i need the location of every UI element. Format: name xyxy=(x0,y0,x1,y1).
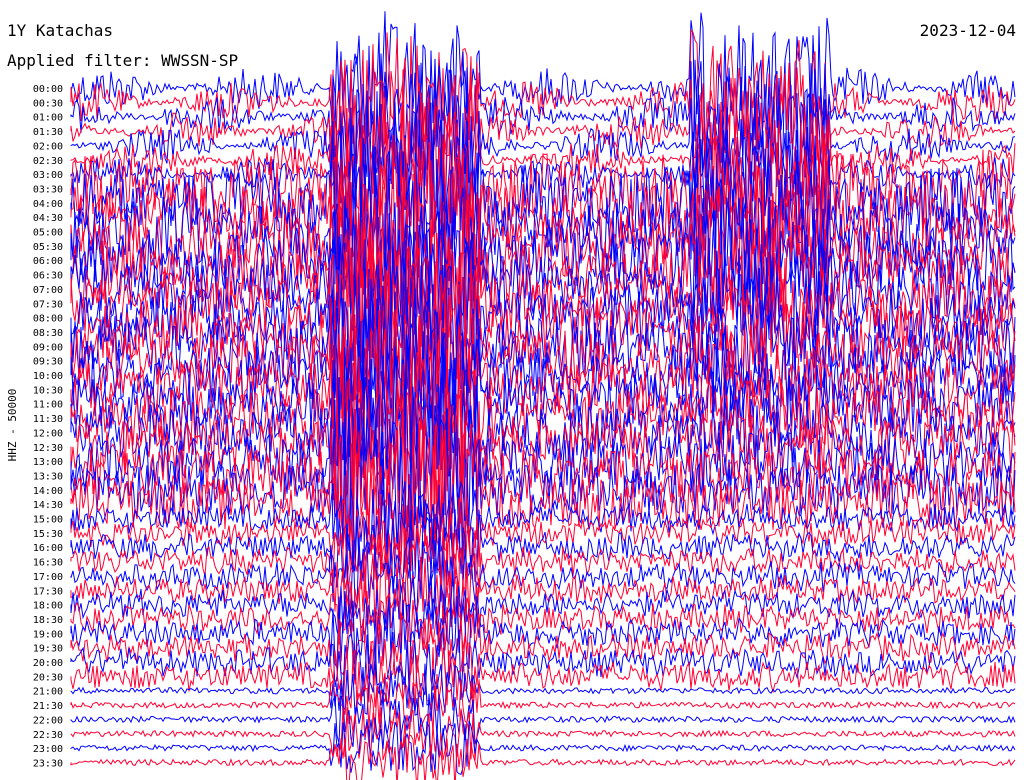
row-time-label: 16:00 xyxy=(33,543,63,554)
trace-row-2000 xyxy=(70,627,1016,700)
row-time-label: 04:00 xyxy=(33,199,63,210)
trace-row-2230 xyxy=(70,707,1016,761)
row-time-label: 21:30 xyxy=(33,701,63,712)
row-time-label: 12:30 xyxy=(33,443,63,454)
row-time-label: 23:00 xyxy=(33,744,63,755)
row-time-label: 19:00 xyxy=(33,629,63,640)
y-axis-label: HHZ - 50000 xyxy=(6,389,19,462)
date-label: 2023-12-04 xyxy=(920,21,1016,40)
row-time-label: 11:00 xyxy=(33,400,63,411)
row-time-label: 17:30 xyxy=(33,586,63,597)
row-time-label: 23:30 xyxy=(33,758,63,769)
row-time-label: 03:00 xyxy=(33,170,63,181)
helicorder-chart: 1Y Katachas 2023-12-04 Applied filter: W… xyxy=(6,11,1016,780)
row-time-label: 17:00 xyxy=(33,572,63,583)
row-time-label: 12:00 xyxy=(33,428,63,439)
row-time-label: 13:30 xyxy=(33,471,63,482)
row-time-label: 10:00 xyxy=(33,371,63,382)
station-title: 1Y Katachas xyxy=(7,21,113,40)
trace-row-1530 xyxy=(70,496,1016,573)
trace-row-2300 xyxy=(70,720,1016,776)
trace-row-1700 xyxy=(70,537,1016,614)
row-time-label: 14:00 xyxy=(33,486,63,497)
row-time-label: 15:30 xyxy=(33,529,63,540)
row-time-label: 10:30 xyxy=(33,385,63,396)
row-time-label: 00:30 xyxy=(33,98,63,109)
trace-row-2030 xyxy=(70,641,1016,713)
row-time-label: 22:30 xyxy=(33,730,63,741)
row-time-label: 05:00 xyxy=(33,228,63,239)
row-time-label: 16:30 xyxy=(33,558,63,569)
row-time-label: 11:30 xyxy=(33,414,63,425)
row-time-label: 06:00 xyxy=(33,256,63,267)
row-time-label: 05:30 xyxy=(33,242,63,253)
row-time-label: 03:30 xyxy=(33,184,63,195)
row-time-label: 15:00 xyxy=(33,515,63,526)
row-time-label: 09:30 xyxy=(33,357,63,368)
row-time-label: 04:30 xyxy=(33,213,63,224)
row-time-label: 20:00 xyxy=(33,658,63,669)
row-time-label: 01:30 xyxy=(33,127,63,138)
filter-label: Applied filter: WWSSN-SP xyxy=(7,51,238,70)
row-time-label: 08:30 xyxy=(33,328,63,339)
row-time-label: 22:00 xyxy=(33,715,63,726)
row-time-label: 09:00 xyxy=(33,342,63,353)
row-time-label: 01:00 xyxy=(33,113,63,124)
row-time-label: 13:00 xyxy=(33,457,63,468)
row-label-group: 00:00 00:30 01:00 01:30 02:00 02:30 03:00 03:30… xyxy=(33,84,63,769)
row-time-label: 06:30 xyxy=(33,271,63,282)
trace-row-2330 xyxy=(70,734,1016,780)
row-time-label: 19:30 xyxy=(33,644,63,655)
row-time-label: 00:00 xyxy=(33,84,63,95)
row-time-label: 18:00 xyxy=(33,601,63,612)
row-time-label: 02:00 xyxy=(33,141,63,152)
row-time-label: 07:30 xyxy=(33,299,63,310)
row-time-label: 20:30 xyxy=(33,672,63,683)
row-time-label: 21:00 xyxy=(33,687,63,698)
row-time-label: 14:30 xyxy=(33,500,63,511)
trace-row-2200 xyxy=(70,692,1016,748)
trace-group xyxy=(70,11,1016,780)
trace-row-1800 xyxy=(70,570,1016,639)
row-time-label: 02:30 xyxy=(33,156,63,167)
row-time-label: 08:00 xyxy=(33,314,63,325)
row-time-label: 07:00 xyxy=(33,285,63,296)
row-time-label: 18:30 xyxy=(33,615,63,626)
